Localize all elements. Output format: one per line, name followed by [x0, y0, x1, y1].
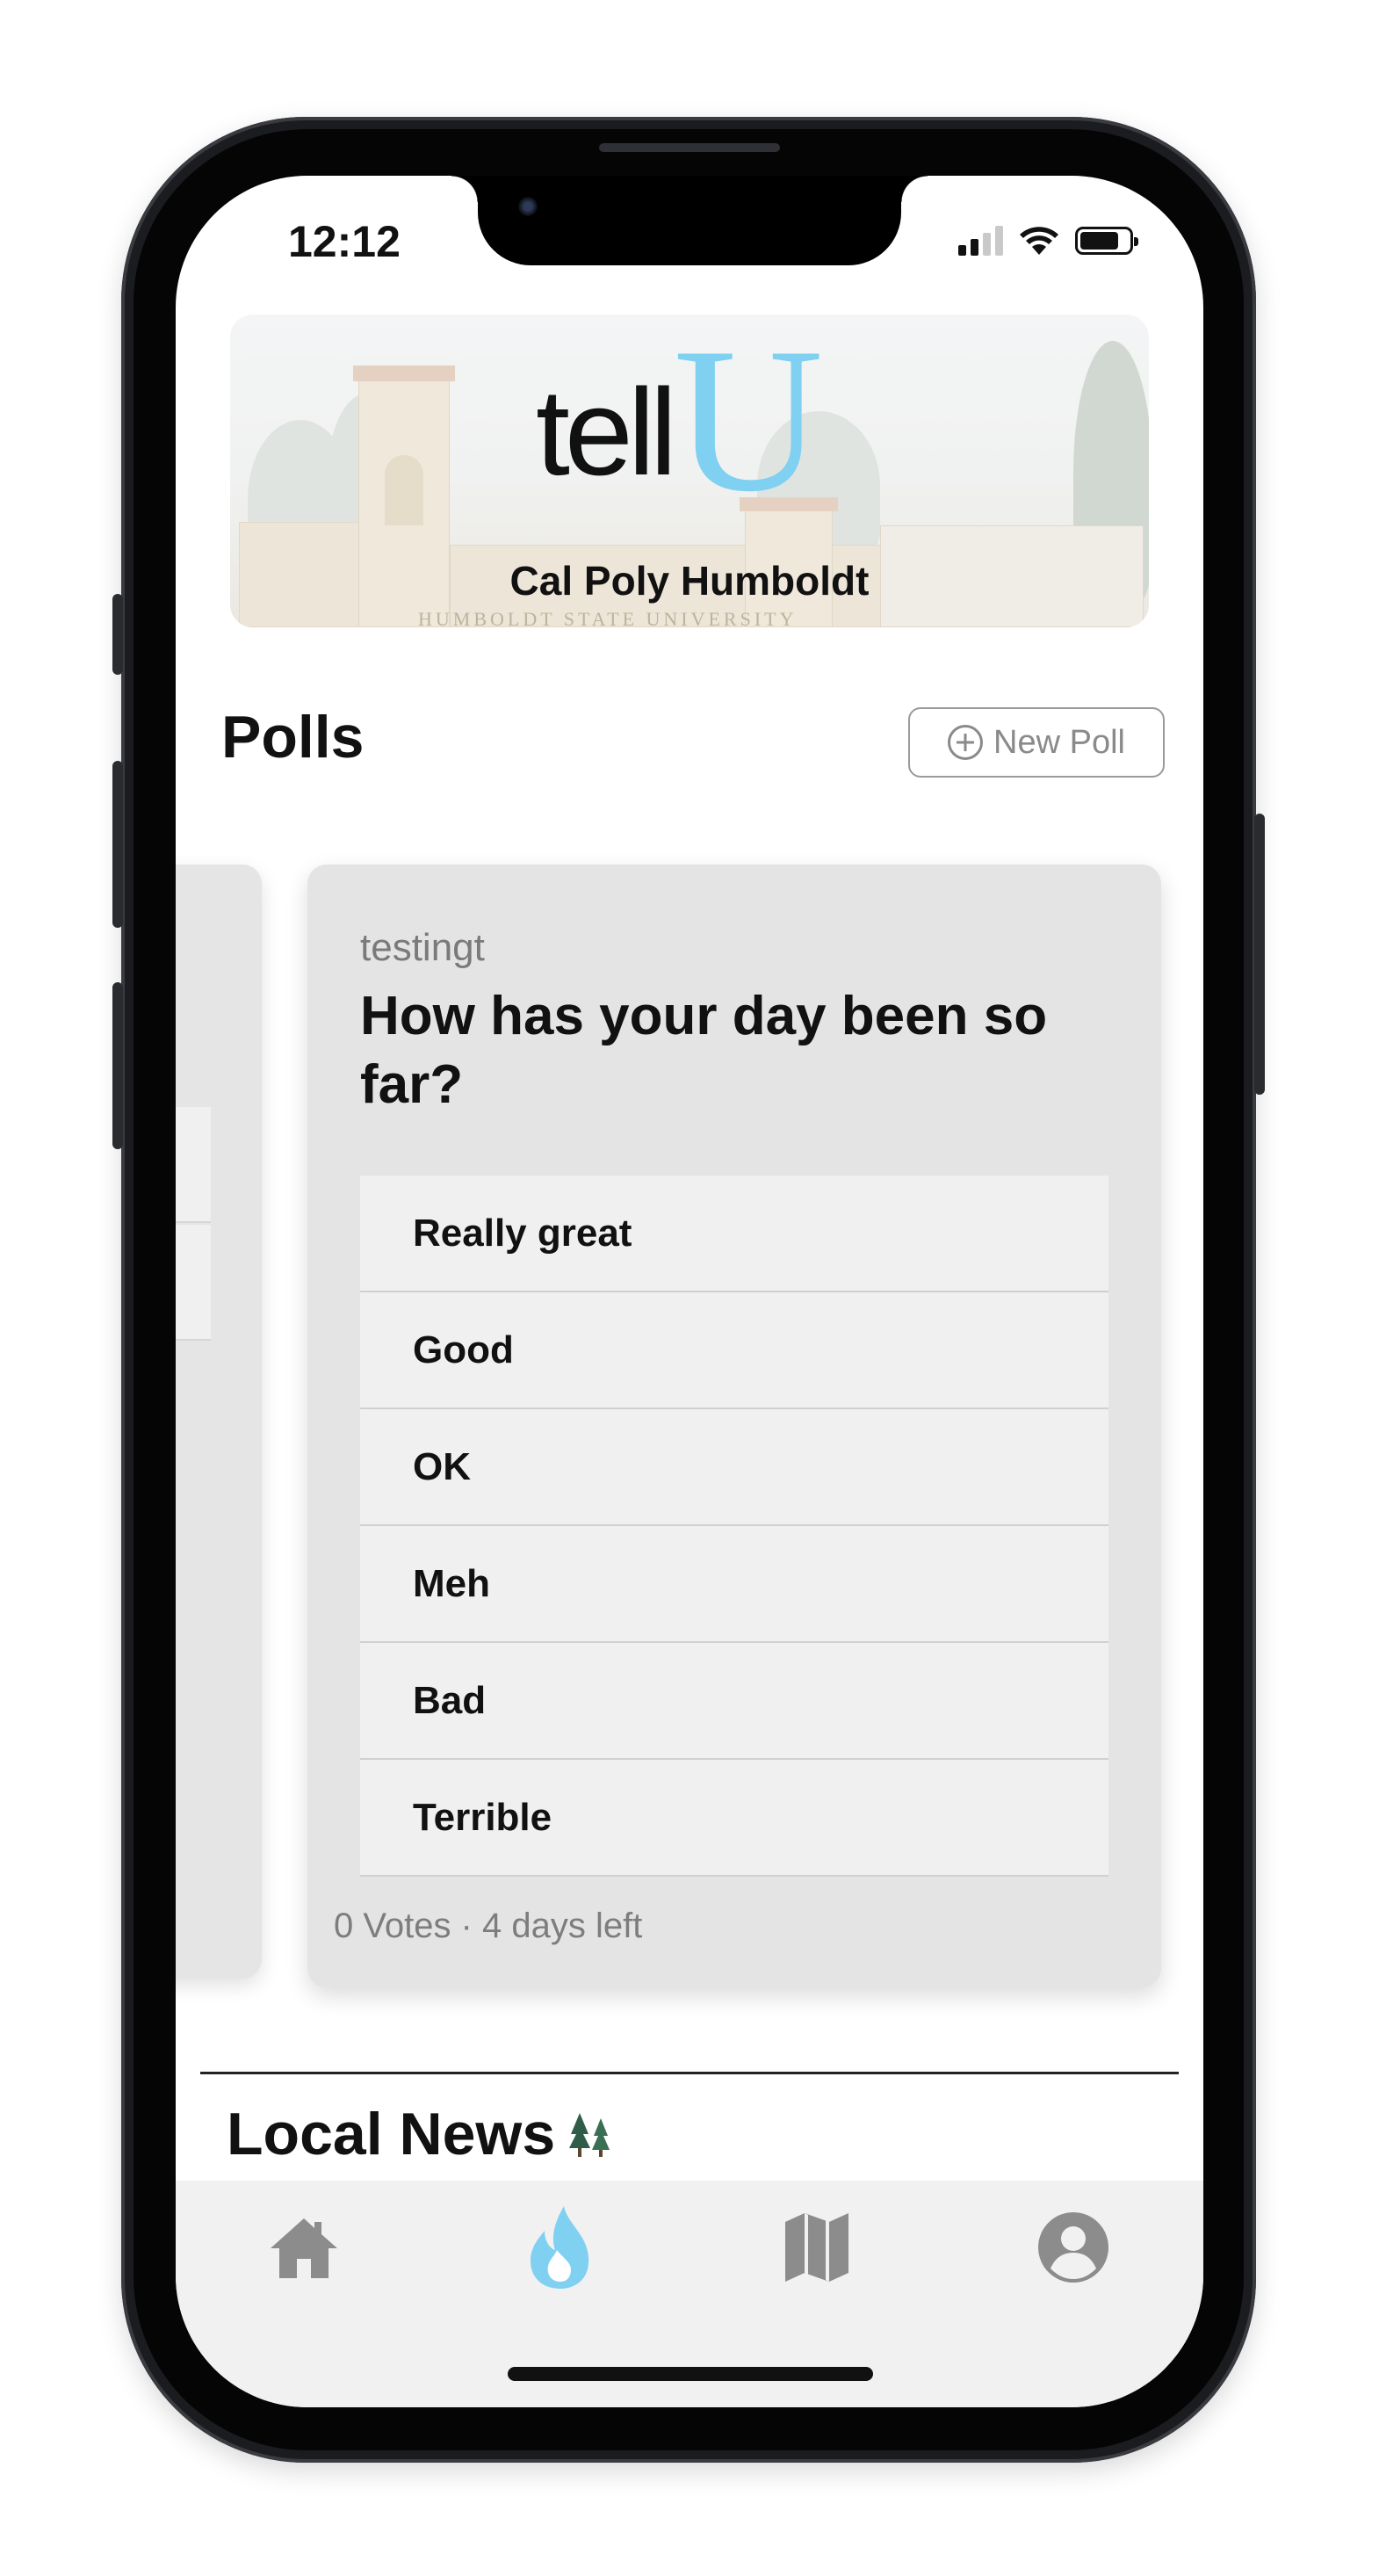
polls-heading: Polls [221, 704, 365, 771]
plus-circle-icon [948, 725, 984, 760]
profile-icon [1038, 2212, 1108, 2283]
app-logo: tell U [536, 315, 824, 536]
school-banner: HUMBOLDT STATE UNIVERSITY tell U Cal Pol… [230, 315, 1149, 627]
logo-text-accent: U [673, 315, 824, 536]
banner-engraving: HUMBOLDT STATE UNIVERSITY [418, 608, 798, 627]
local-news-title: Local News [227, 2101, 556, 2167]
status-icons [958, 225, 1138, 257]
tab-profile[interactable] [1029, 2203, 1117, 2291]
map-icon [785, 2213, 848, 2282]
poll-footer: 0 Votes · 4 days left [334, 1907, 643, 1945]
school-name: Cal Poly Humboldt [509, 558, 870, 604]
poll-option[interactable]: OK [360, 1409, 1108, 1526]
mute-switch [112, 594, 123, 675]
poll-question: How has your day been so far? [360, 986, 1048, 1116]
volume-up-button [112, 761, 123, 928]
section-divider [200, 2072, 1179, 2074]
home-icon [271, 2218, 337, 2278]
new-poll-button[interactable]: New Poll [908, 707, 1165, 778]
poll-option[interactable]: Really great [360, 1176, 1108, 1292]
camera-icon [518, 197, 538, 216]
poll-option[interactable]: Meh [360, 1526, 1108, 1643]
poll-option[interactable]: Terrible [360, 1760, 1108, 1877]
power-button [1254, 814, 1265, 1095]
volume-down-button [112, 982, 123, 1149]
poll-option[interactable]: Good [360, 1292, 1108, 1409]
wifi-icon [1020, 227, 1058, 255]
local-news-heading: Local News [227, 2100, 617, 2168]
new-poll-label: New Poll [993, 723, 1125, 761]
earpiece-speaker [599, 143, 780, 152]
trees-icon [569, 2113, 610, 2157]
status-time: 12:12 [288, 217, 401, 266]
poll-option[interactable]: Bad [360, 1643, 1108, 1760]
poll-card: testingt How has your day been so far? R… [307, 865, 1161, 1987]
flame-icon [531, 2206, 589, 2289]
poll-author: testingt [360, 926, 485, 969]
battery-icon [1075, 227, 1138, 255]
previous-poll-card[interactable] [176, 865, 262, 1979]
tab-map[interactable] [773, 2203, 861, 2291]
notch [451, 176, 928, 265]
home-indicator [508, 2367, 873, 2381]
cellular-signal-icon [958, 226, 1003, 256]
device-stage: 12:12 HUMBOLDT STATE UNIVERSITY tell U C… [0, 0, 1379, 2576]
tab-trending[interactable] [516, 2203, 604, 2291]
logo-text-main: tell [536, 363, 677, 501]
app-screen: 12:12 HUMBOLDT STATE UNIVERSITY tell U C… [176, 176, 1203, 2407]
poll-options: Really great Good OK Meh Bad Terrible [360, 1176, 1108, 1877]
tab-home[interactable] [260, 2203, 348, 2291]
